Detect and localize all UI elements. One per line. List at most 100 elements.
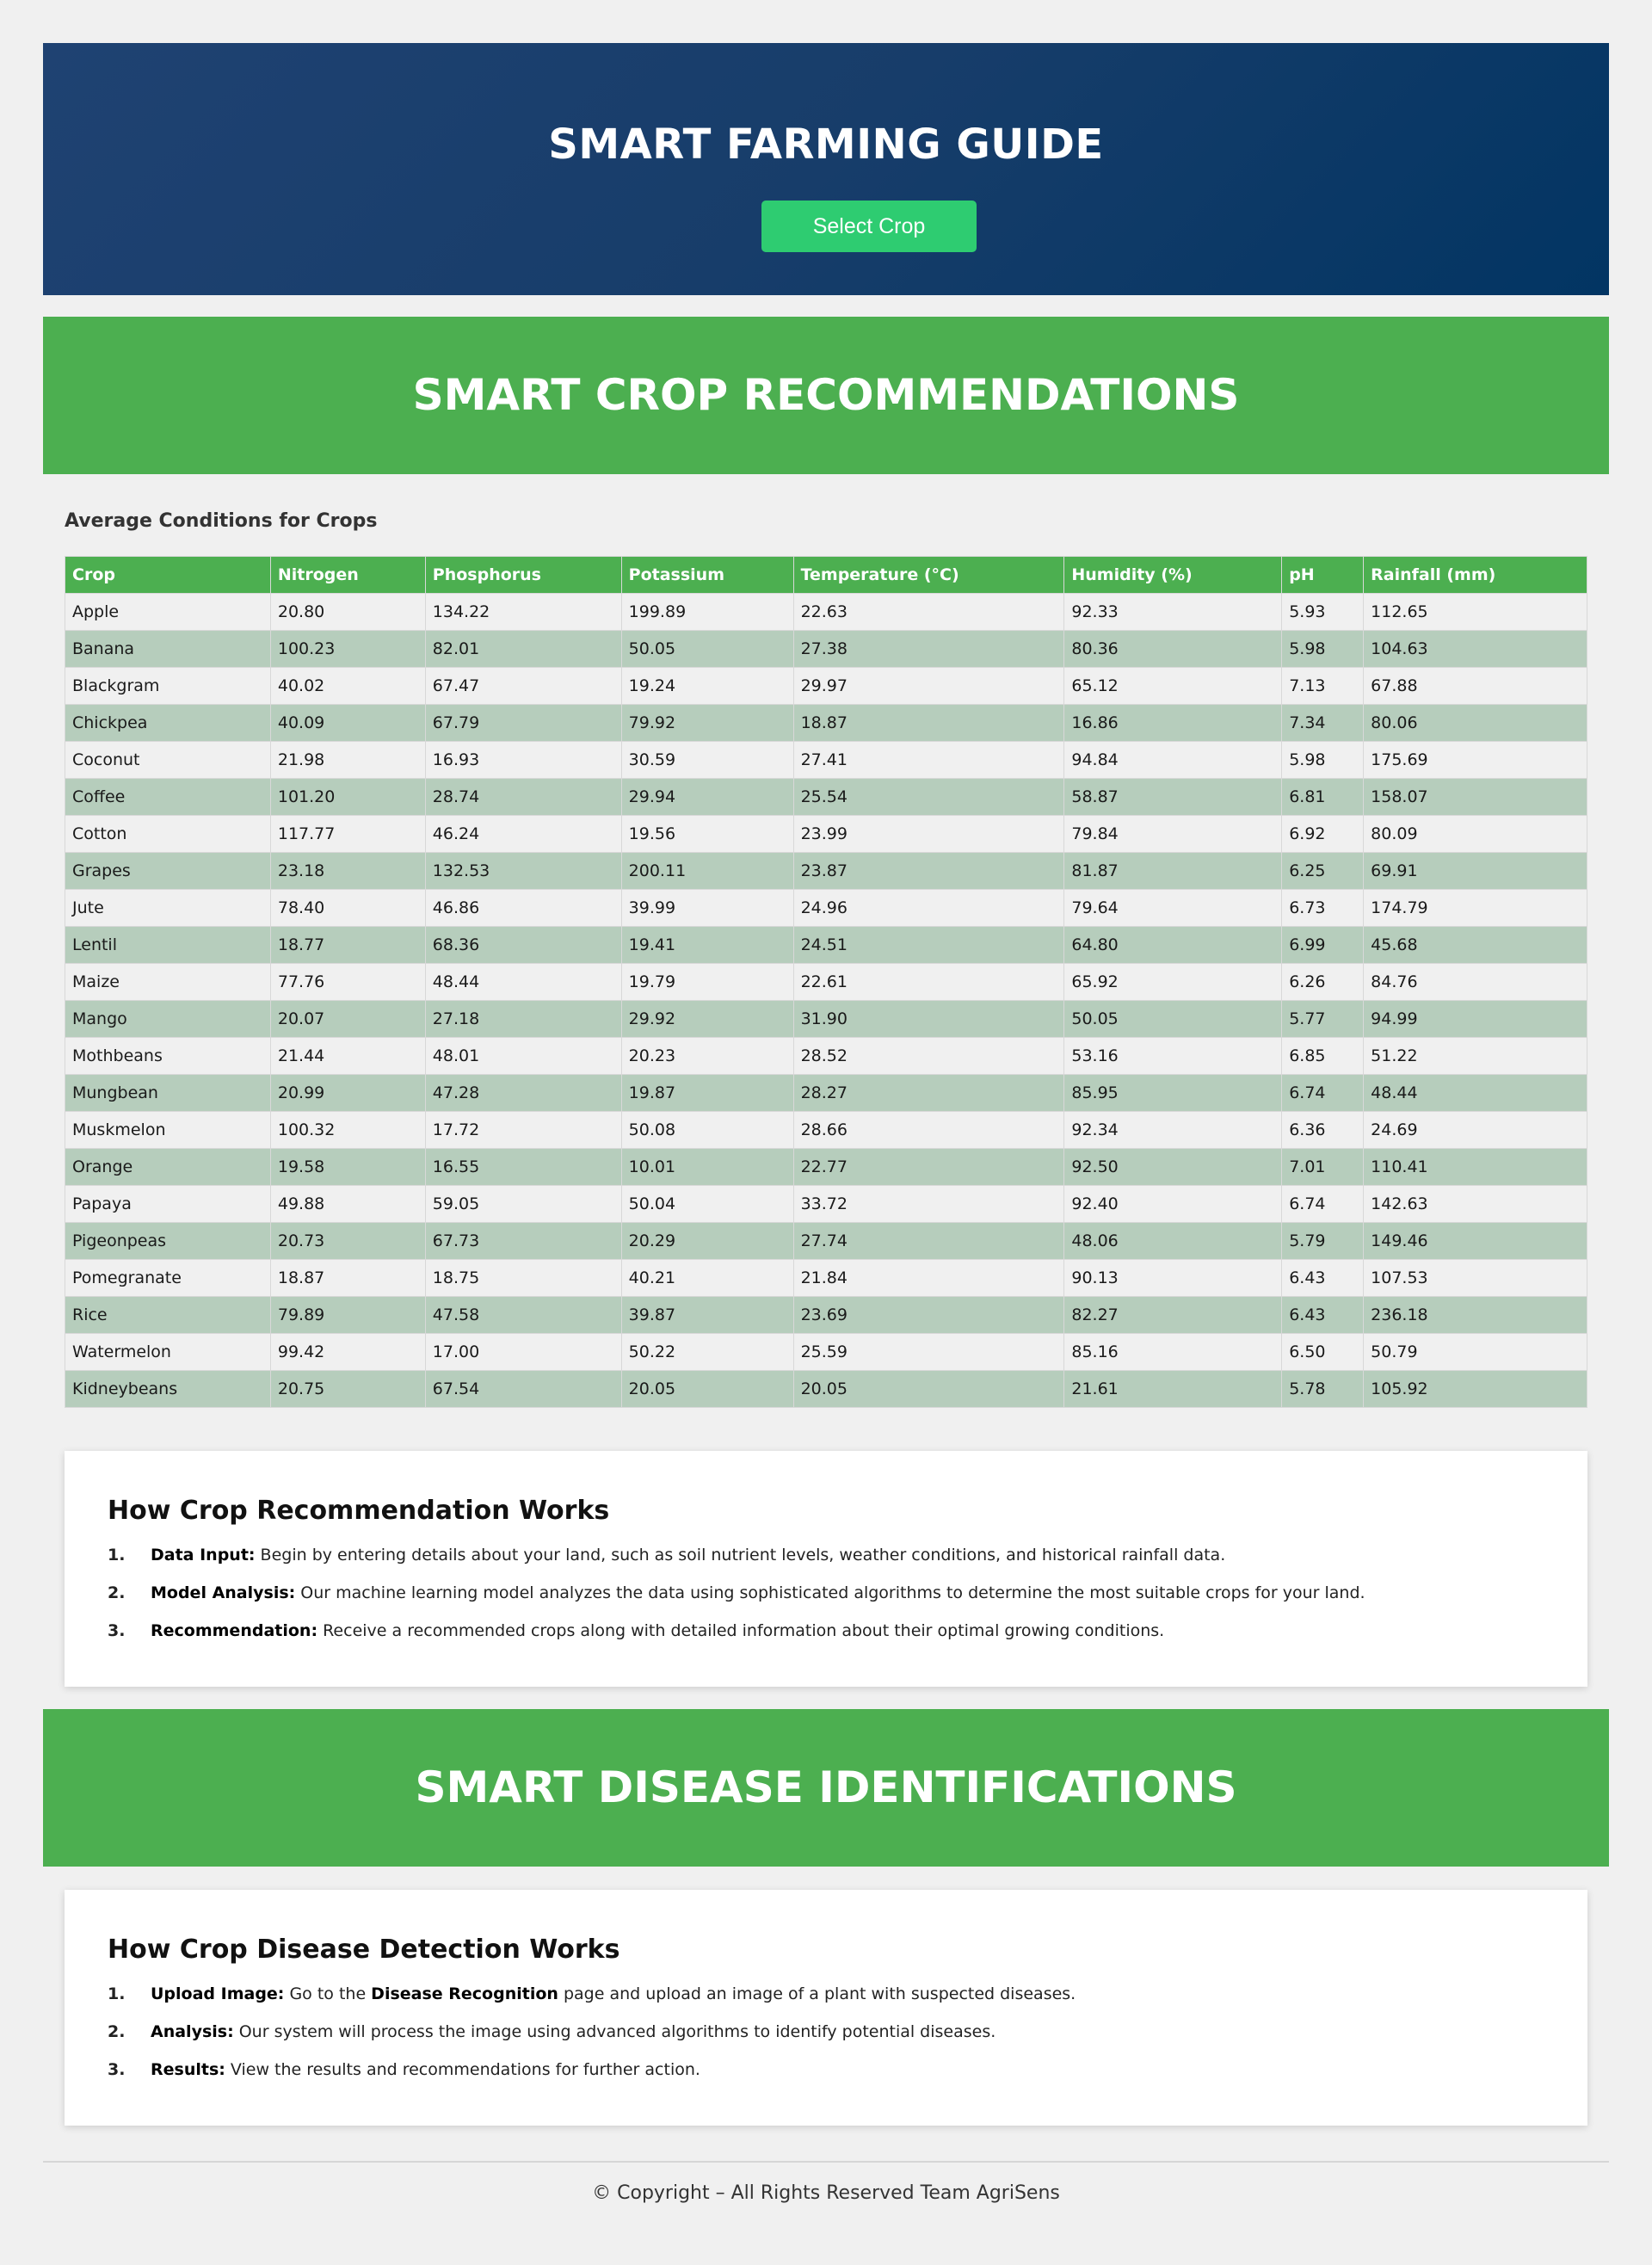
table-cell: 199.89 — [620, 593, 794, 631]
table-cell: 47.28 — [424, 1074, 622, 1112]
column-header: Temperature (°C) — [792, 556, 1065, 594]
list-item: 3. Results: View the results and recomme… — [108, 2059, 1544, 2080]
table-cell: 24.69 — [1363, 1111, 1587, 1149]
recommendations-heading: SMART CROP RECOMMENDATIONS — [412, 370, 1240, 420]
step-text: Begin by entering details about your lan… — [255, 1546, 1226, 1565]
table-cell: 6.81 — [1281, 778, 1365, 816]
table-row: Kidneybeans 20.75 67.54 20.05 20.05 21.61 5.78… — [65, 1370, 1587, 1408]
steps-list: 1. Data Input: Begin by entering details… — [108, 1545, 1544, 1641]
table-cell: 28.74 — [424, 778, 622, 816]
table-row: Muskmelon 100.32 17.72 50.08 28.66 92.34 6.36 2… — [65, 1111, 1587, 1149]
crop-name-cell: Mango — [65, 1000, 271, 1038]
crop-name-cell: Cotton — [65, 815, 271, 853]
disease-recognition-link[interactable]: Disease Recognition — [371, 1984, 558, 2003]
list-item: 2. Analysis: Our system will process the… — [108, 2021, 1544, 2042]
crop-name-cell: Rice — [65, 1296, 271, 1334]
table-cell: 104.63 — [1363, 630, 1587, 668]
step-text: Our machine learning model analyzes the … — [295, 1583, 1365, 1602]
table-cell: 80.06 — [1363, 704, 1587, 742]
table-row: Rice 79.89 47.58 39.87 23.69 82.27 6.43 236.18 — [65, 1296, 1587, 1334]
table-cell: 107.53 — [1363, 1259, 1587, 1297]
select-crop-button[interactable]: Select Crop — [761, 201, 977, 252]
table-cell: 158.07 — [1363, 778, 1587, 816]
table-cell: 19.79 — [620, 963, 794, 1001]
table-cell: 78.40 — [269, 889, 426, 927]
column-header: Rainfall (mm) — [1363, 556, 1587, 594]
step-number: 1. — [108, 1546, 126, 1565]
table-cell: 40.09 — [269, 704, 426, 742]
table-cell: 33.72 — [792, 1185, 1065, 1223]
list-item: 2. Model Analysis: Our machine learning … — [108, 1583, 1544, 1603]
crop-name-cell: Maize — [65, 963, 271, 1001]
table-cell: 29.92 — [620, 1000, 794, 1038]
crop-name-cell: Orange — [65, 1148, 271, 1186]
table-cell: 29.94 — [620, 778, 794, 816]
table-cell: 79.89 — [269, 1296, 426, 1334]
table-row: Jute 78.40 46.86 39.99 24.96 79.64 6.73 174.79 — [65, 889, 1587, 927]
table-cell: 67.88 — [1363, 667, 1587, 705]
table-cell: 19.58 — [269, 1148, 426, 1186]
table-cell: 5.98 — [1281, 741, 1365, 779]
table-cell: 92.50 — [1063, 1148, 1283, 1186]
table-cell: 79.84 — [1063, 815, 1283, 853]
column-header: pH — [1281, 556, 1365, 594]
table-cell: 142.63 — [1363, 1185, 1587, 1223]
table-cell: 59.05 — [424, 1185, 622, 1223]
table-cell: 20.29 — [620, 1222, 794, 1260]
step-lead: Analysis: — [151, 2022, 234, 2041]
step-lead: Recommendation: — [151, 1621, 318, 1640]
table-cell: 48.06 — [1063, 1222, 1283, 1260]
table-cell: 58.87 — [1063, 778, 1283, 816]
table-cell: 67.79 — [424, 704, 622, 742]
list-item: 1. Data Input: Begin by entering details… — [108, 1545, 1544, 1565]
table-cell: 53.16 — [1063, 1037, 1283, 1075]
step-number: 1. — [108, 1984, 126, 2003]
table-cell: 39.87 — [620, 1296, 794, 1334]
table-cell: 20.05 — [792, 1370, 1065, 1408]
footer-divider — [43, 2161, 1609, 2163]
table-cell: 117.77 — [269, 815, 426, 853]
table-cell: 20.23 — [620, 1037, 794, 1075]
table-cell: 174.79 — [1363, 889, 1587, 927]
table-row: Banana 100.23 82.01 50.05 27.38 80.36 5.98 104.… — [65, 630, 1587, 668]
table-cell: 20.05 — [620, 1370, 794, 1408]
table-cell: 27.41 — [792, 741, 1065, 779]
table-cell: 6.25 — [1281, 852, 1365, 890]
table-cell: 27.38 — [792, 630, 1065, 668]
table-cell: 28.27 — [792, 1074, 1065, 1112]
table-cell: 50.08 — [620, 1111, 794, 1149]
table-cell: 200.11 — [620, 852, 794, 890]
column-header: Crop — [65, 556, 271, 594]
table-row: Coffee 101.20 28.74 29.94 25.54 58.87 6.81 158.… — [65, 778, 1587, 816]
table-cell: 19.56 — [620, 815, 794, 853]
table-cell: 23.99 — [792, 815, 1065, 853]
table-row: Pigeonpeas 20.73 67.73 20.29 27.74 48.06 5.79 1… — [65, 1222, 1587, 1260]
table-cell: 6.92 — [1281, 815, 1365, 853]
disease-info-card: How Crop Disease Detection Works 1. Uplo… — [65, 1890, 1587, 2126]
table-cell: 100.32 — [269, 1111, 426, 1149]
table-cell: 50.05 — [620, 630, 794, 668]
steps-list: 1. Upload Image: Go to the Disease Recog… — [108, 1984, 1544, 2080]
step-text: Receive a recommended crops along with d… — [317, 1621, 1165, 1640]
table-cell: 175.69 — [1363, 741, 1587, 779]
table-cell: 6.50 — [1281, 1333, 1365, 1371]
crop-name-cell: Jute — [65, 889, 271, 927]
table-cell: 25.59 — [792, 1333, 1065, 1371]
table-row: Papaya 49.88 59.05 50.04 33.72 92.40 6.74 142.6… — [65, 1185, 1587, 1223]
table-cell: 28.66 — [792, 1111, 1065, 1149]
card-heading: How Crop Disease Detection Works — [108, 1935, 620, 1965]
step-lead: Model Analysis: — [151, 1583, 296, 1602]
table-cell: 77.76 — [269, 963, 426, 1001]
table-cell: 16.86 — [1063, 704, 1283, 742]
step-lead: Results: — [151, 2060, 225, 2079]
table-cell: 20.07 — [269, 1000, 426, 1038]
table-cell: 50.79 — [1363, 1333, 1587, 1371]
table-cell: 16.93 — [424, 741, 622, 779]
table-cell: 67.47 — [424, 667, 622, 705]
crop-name-cell: Kidneybeans — [65, 1370, 271, 1408]
column-header: Phosphorus — [424, 556, 622, 594]
table-cell: 69.91 — [1363, 852, 1587, 890]
crop-name-cell: Banana — [65, 630, 271, 668]
list-item: 1. Upload Image: Go to the Disease Recog… — [108, 1984, 1544, 2004]
table-cell: 10.01 — [620, 1148, 794, 1186]
